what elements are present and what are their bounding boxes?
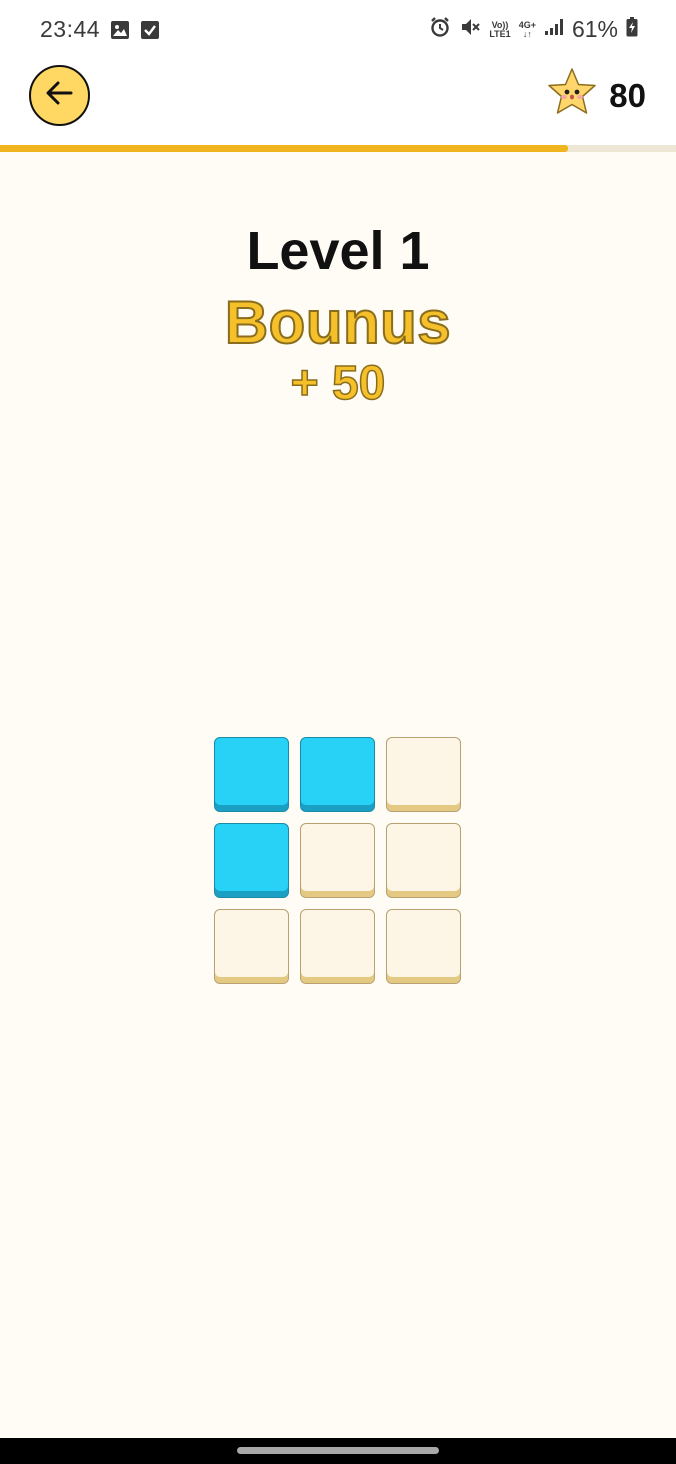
status-system-icons: Vo)) LTE1 4G+ ↓↑ 61% (429, 16, 638, 43)
board-tile-r2-c3[interactable] (386, 823, 461, 898)
home-indicator[interactable] (237, 1447, 439, 1454)
score-value: 80 (609, 76, 646, 114)
star-mascot-icon (545, 66, 599, 125)
game-board (214, 737, 462, 985)
battery-icon (626, 17, 638, 42)
battery-percent: 61% (571, 16, 618, 42)
level-progress-fill (0, 145, 568, 152)
board-tile-r1-c2[interactable] (300, 737, 375, 812)
level-progress-bar (0, 145, 676, 152)
star-score: 80 (545, 66, 646, 125)
board-tile-r1-c1[interactable] (214, 737, 289, 812)
data-arrows-icon: ↓↑ (522, 28, 532, 39)
board-tile-r3-c3[interactable] (386, 909, 461, 984)
signal-icon (544, 18, 564, 41)
back-button[interactable] (29, 65, 90, 126)
board-tile-r1-c3[interactable] (386, 737, 461, 812)
board-tile-r2-c2[interactable] (300, 823, 375, 898)
bonus-amount: + 50 (290, 356, 386, 411)
network-type-indicator: 4G+ ↓↑ (519, 20, 536, 39)
bonus-label: Bounus (224, 288, 452, 357)
board-tile-r2-c1[interactable] (214, 823, 289, 898)
status-notification-icons (110, 20, 160, 45)
mute-icon (459, 16, 481, 43)
status-bar: 23:44 Vo)) LTE1 4G+ ↓↑ 61% (0, 0, 676, 60)
volte-indicator: Vo)) LTE1 (489, 20, 511, 39)
status-time: 23:44 (40, 16, 101, 42)
alarm-icon (429, 16, 451, 43)
board-tile-r3-c1[interactable] (214, 909, 289, 984)
level-title: Level 1 (246, 221, 430, 281)
check-icon (140, 20, 160, 45)
system-nav-bar (0, 1438, 676, 1464)
lte-label: LTE1 (489, 28, 511, 39)
image-icon (110, 20, 130, 45)
arrow-left-icon (45, 80, 75, 111)
board-tile-r3-c2[interactable] (300, 909, 375, 984)
